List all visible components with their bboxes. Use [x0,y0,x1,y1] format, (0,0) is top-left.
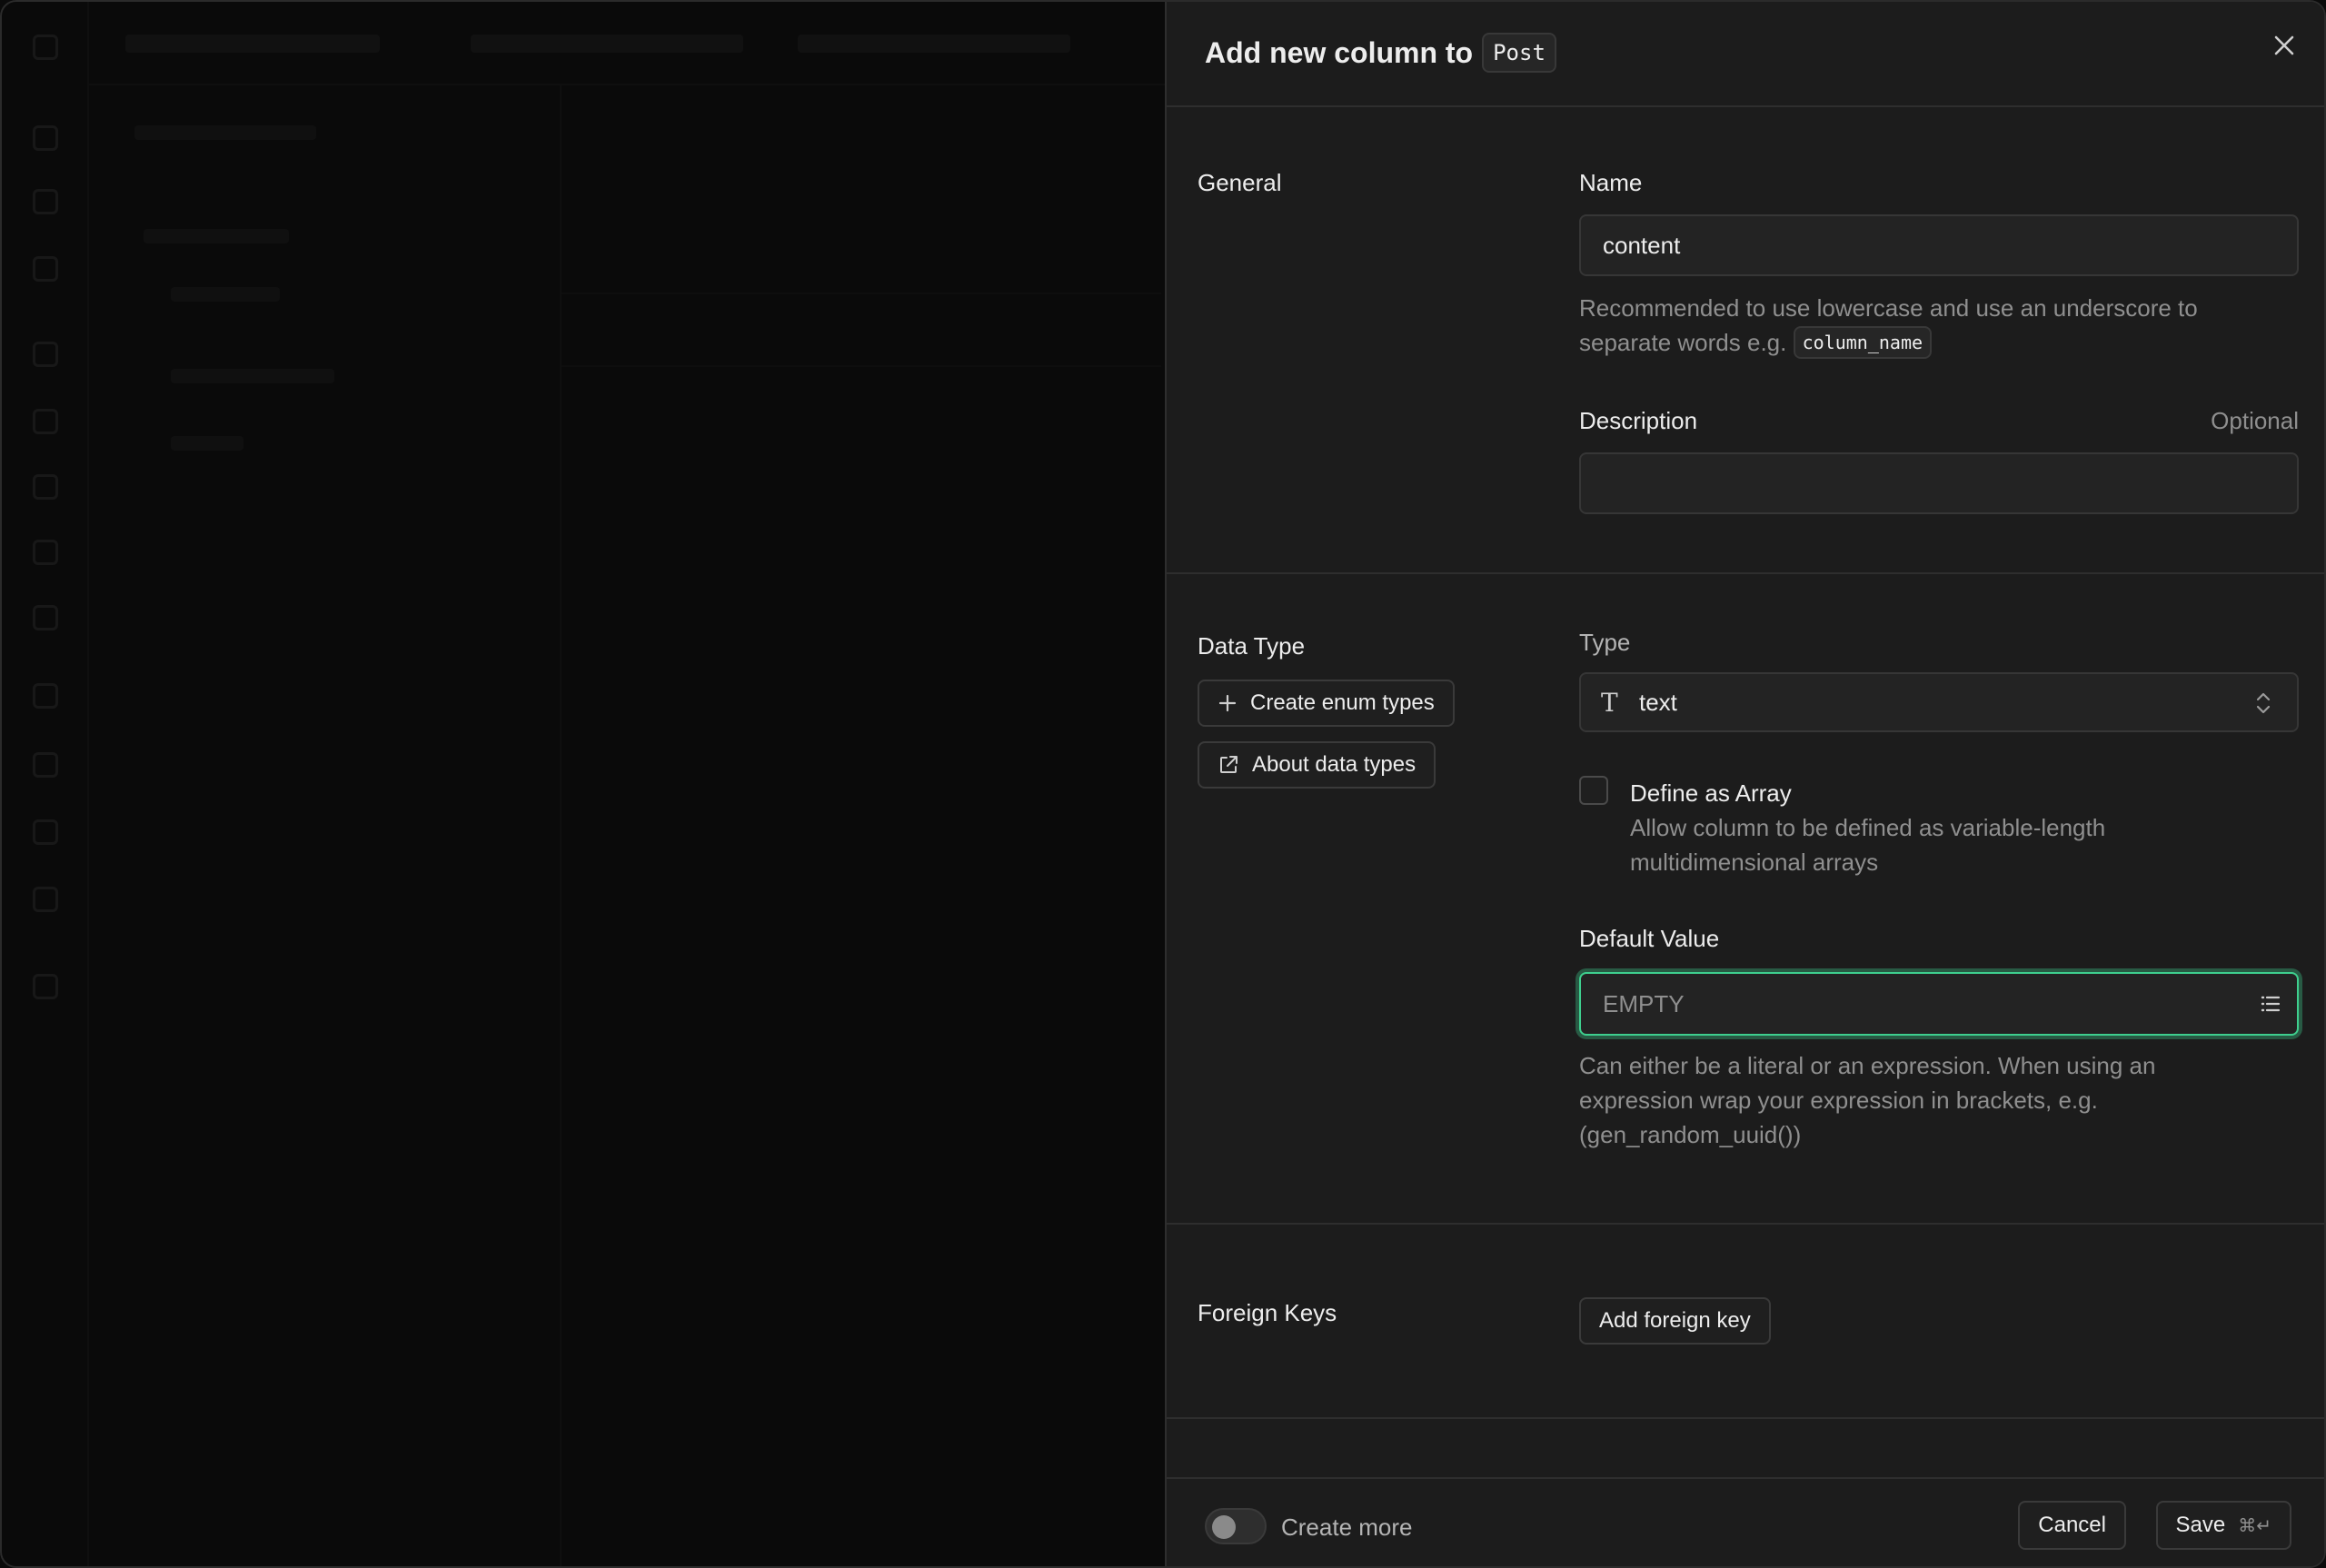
type-select-value: text [1639,688,1677,716]
default-value-help-text: Can either be a literal or an expression… [1579,1052,2156,1148]
save-shortcut-hint: ⌘↵ [2238,1515,2271,1536]
name-input[interactable]: content [1579,214,2299,276]
type-select[interactable]: T text [1579,672,2299,732]
about-data-types-button[interactable]: About data types [1198,741,1436,789]
name-help-text: Recommended to use lowercase and use an … [1579,291,2273,360]
text-type-icon: T [1601,687,1618,718]
panel-header: Add new column to Post [1167,2,2324,107]
name-help-example: column_name [1793,326,1933,359]
list-icon [2261,996,2281,1012]
general-section: General Name content Recommended to use … [1167,107,2324,574]
panel-title-text: Add new column to [1205,35,1474,69]
default-value-input[interactable]: EMPTY [1579,972,2299,1036]
save-label: Save [2175,1513,2226,1537]
define-as-array-label: Define as Array [1630,779,1792,807]
add-column-panel: Add new column to Post General Name cont… [1165,2,2324,1566]
create-enum-types-label: Create enum types [1250,690,1435,715]
create-more-toggle[interactable] [1205,1508,1267,1544]
data-type-section-label: Data Type [1198,632,1306,660]
add-foreign-key-button[interactable]: Add foreign key [1579,1297,1771,1345]
table-name-chip: Post [1482,33,1556,73]
description-input[interactable] [1579,452,2299,514]
description-optional-tag: Optional [2211,407,2299,434]
default-value-label: Default Value [1579,925,1720,952]
panel-footer: Create more Cancel Save ⌘↵ [1167,1477,2324,1566]
close-icon [2274,35,2294,55]
define-as-array-description: Allow column to be defined as variable-l… [1630,814,2106,876]
save-button[interactable]: Save ⌘↵ [2155,1501,2291,1550]
plus-icon [1218,694,1237,712]
suggestions-button[interactable] [2259,992,2282,1020]
external-link-icon [1220,756,1238,773]
toggle-knob [1212,1515,1236,1539]
app-window: Add new column to Post General Name cont… [0,0,2326,1568]
close-button[interactable] [2268,29,2301,62]
cancel-button[interactable]: Cancel [2018,1501,2126,1550]
chevron-up-down-icon [2256,692,2271,714]
foreign-keys-section: Foreign Keys Add foreign key [1167,1225,2324,1419]
name-label: Name [1579,169,1643,196]
type-label: Type [1579,629,1631,656]
general-section-label: General [1198,169,1282,196]
about-data-types-label: About data types [1252,752,1416,777]
foreign-keys-section-label: Foreign Keys [1198,1299,1337,1326]
create-enum-types-button[interactable]: Create enum types [1198,680,1455,727]
panel-title: Add new column to Post [1205,33,1556,73]
description-label: Description [1579,407,1698,434]
define-as-array-checkbox[interactable] [1579,776,1608,805]
create-more-label: Create more [1281,1513,1413,1541]
